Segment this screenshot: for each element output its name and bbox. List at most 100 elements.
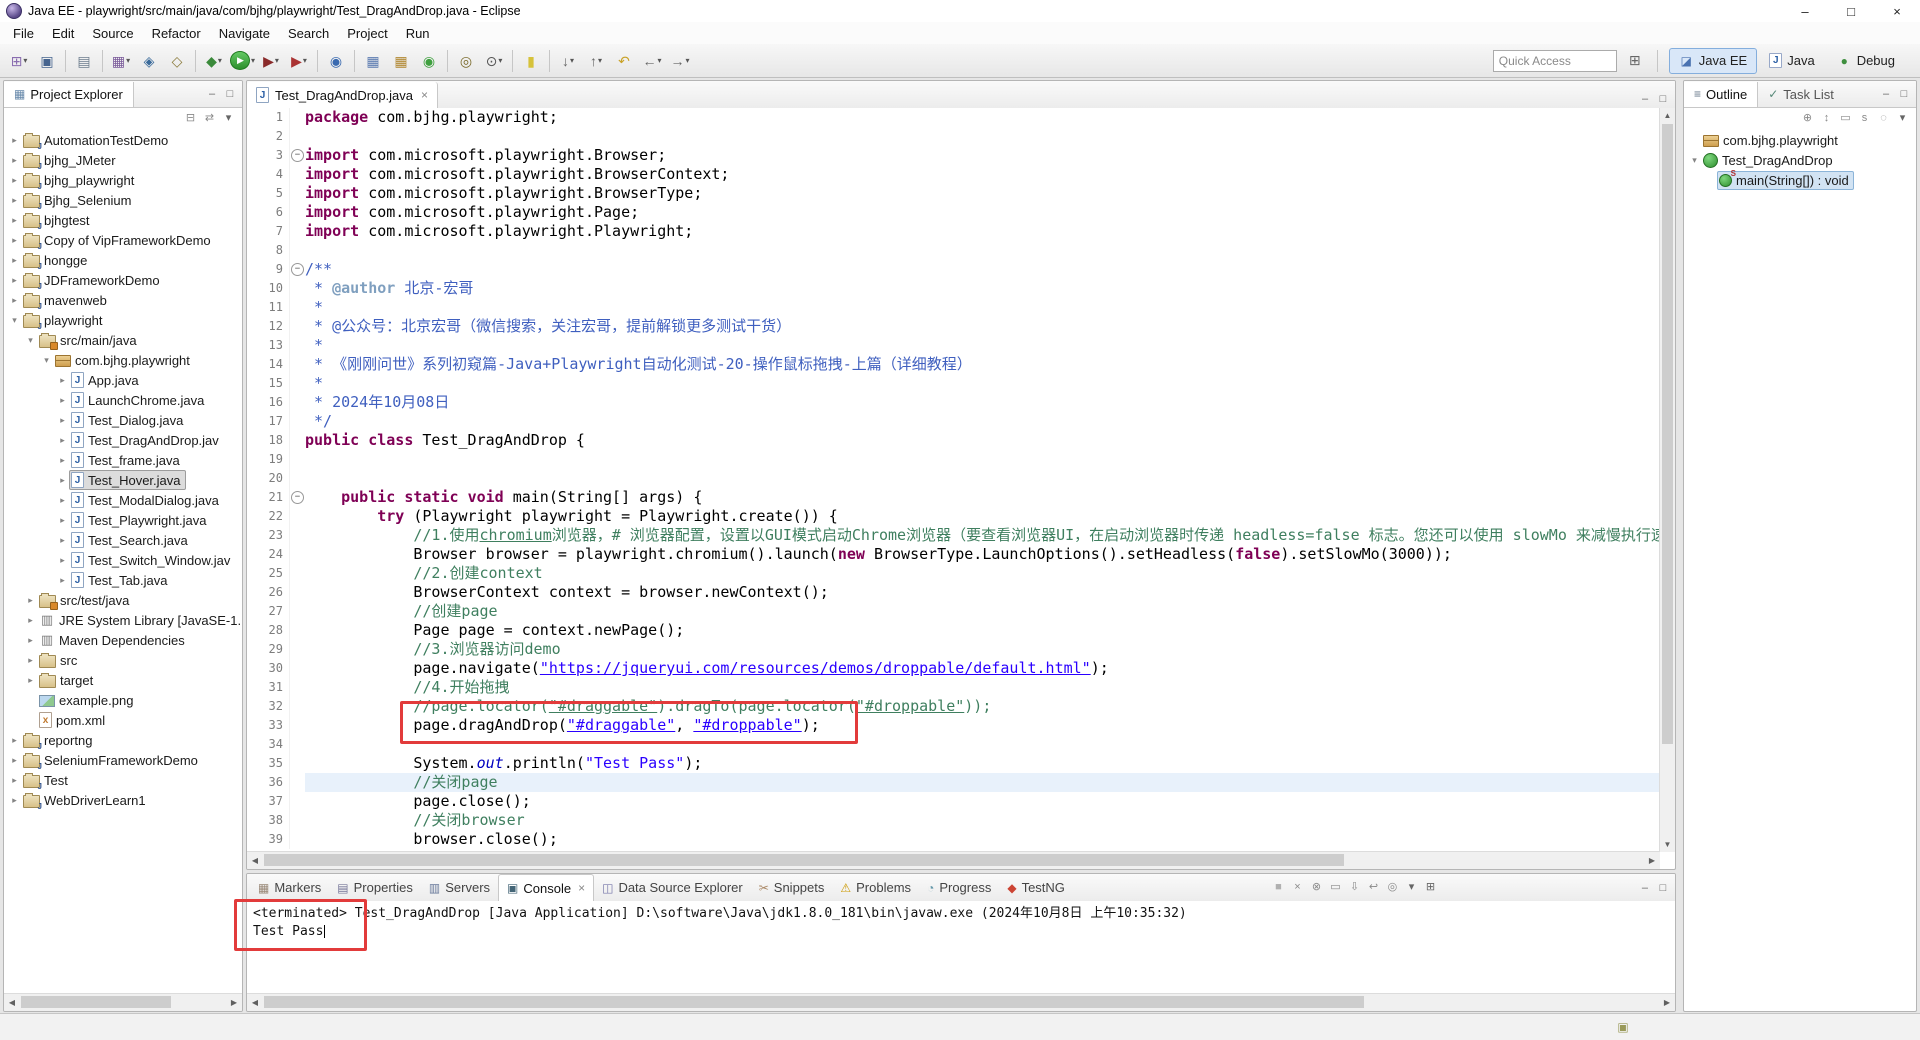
editor-tab-test-draganddrop[interactable]: Test_DragAndDrop.java × bbox=[247, 82, 439, 108]
tab-progress[interactable]: ◔ Progress bbox=[919, 876, 999, 900]
tab-properties[interactable]: ▤ Properties bbox=[329, 876, 421, 900]
maximize-view-icon[interactable]: □ bbox=[221, 85, 239, 103]
expand-expander-icon[interactable]: ▸ bbox=[8, 135, 21, 146]
new-package-button[interactable]: ▦ bbox=[387, 48, 415, 74]
open-perspective-icon[interactable] bbox=[1624, 50, 1646, 72]
word-wrap-button[interactable]: ↩ bbox=[1364, 878, 1383, 897]
editor-vscrollbar[interactable]: ▲ ▼ bbox=[1659, 108, 1675, 852]
code-line-6[interactable]: 6 import com.microsoft.playwright.Page; bbox=[247, 203, 1660, 222]
maximize-view-icon[interactable]: □ bbox=[1654, 879, 1672, 897]
explorer-item-test-dialog-java[interactable]: ▸ Test_Dialog.java bbox=[4, 410, 242, 430]
menu-search[interactable]: Search bbox=[279, 26, 338, 41]
perspective-java-button[interactable]: Java bbox=[1759, 48, 1824, 74]
code-line-27[interactable]: 27 //创建page bbox=[247, 602, 1660, 621]
save-button[interactable]: ▣ bbox=[33, 48, 61, 74]
expand-expander-icon[interactable]: ▸ bbox=[8, 195, 21, 206]
scroll-up-icon[interactable]: ▲ bbox=[1660, 108, 1675, 123]
expand-expander-icon[interactable]: ▸ bbox=[8, 235, 21, 246]
explorer-item-src[interactable]: ▸ src bbox=[4, 650, 242, 670]
explorer-item-jre-system-library-javase-1[interactable]: ▸ JRE System Library [JavaSE-1. bbox=[4, 610, 242, 630]
fold-collapse-icon[interactable]: − bbox=[289, 488, 305, 507]
scroll-down-icon[interactable]: ▼ bbox=[1660, 837, 1675, 852]
fold-collapse-icon[interactable]: − bbox=[289, 146, 305, 165]
code-line-33[interactable]: 33 page.dragAndDrop("#draggable", "#drop… bbox=[247, 716, 1660, 735]
expand-expander-icon[interactable]: ▸ bbox=[24, 635, 37, 646]
tab-problems[interactable]: ⚠ Problems bbox=[832, 876, 919, 900]
remove-all-terminated-button[interactable]: ⊗ bbox=[1307, 878, 1326, 897]
explorer-item-com-bjhg-playwright[interactable]: ▾ com.bjhg.playwright bbox=[4, 350, 242, 370]
code-line-36[interactable]: 36 //关闭page bbox=[247, 773, 1660, 792]
code-line-13[interactable]: 13 * bbox=[247, 336, 1660, 355]
code-line-32[interactable]: 32 //page.locator("#draggable").dragTo(p… bbox=[247, 697, 1660, 716]
toggle-mark-occurrences-button[interactable]: ▮ bbox=[517, 48, 545, 74]
code-line-34[interactable]: 34 bbox=[247, 735, 1660, 754]
expand-expander-icon[interactable]: ▸ bbox=[56, 475, 69, 486]
expand-expander-icon[interactable]: ▸ bbox=[56, 455, 69, 466]
expand-expander-icon[interactable]: ▸ bbox=[8, 215, 21, 226]
expand-expander-icon[interactable]: ▸ bbox=[56, 575, 69, 586]
coverage-button[interactable]: ▶ ▾ bbox=[257, 48, 285, 74]
code-line-25[interactable]: 25 //2.创建context bbox=[247, 564, 1660, 583]
new-class-button[interactable]: ◉ bbox=[415, 48, 443, 74]
expand-all-button[interactable]: ⊕ bbox=[1798, 109, 1817, 128]
code-editor[interactable]: 1 package com.bjhg.playwright; 2 3− import c… bbox=[247, 108, 1660, 852]
scroll-left-icon[interactable]: ◀ bbox=[247, 852, 263, 868]
code-line-38[interactable]: 38 //关闭browser bbox=[247, 811, 1660, 830]
explorer-item-test-tab-java[interactable]: ▸ Test_Tab.java bbox=[4, 570, 242, 590]
code-line-37[interactable]: 37 page.close(); bbox=[247, 792, 1660, 811]
code-line-24[interactable]: 24 Browser browser = playwright.chromium… bbox=[247, 545, 1660, 564]
code-line-31[interactable]: 31 //4.开始拖拽 bbox=[247, 678, 1660, 697]
scroll-right-icon[interactable]: ▶ bbox=[1659, 994, 1675, 1010]
perspective-debug-button[interactable]: Debug bbox=[1827, 48, 1905, 74]
new-dynamic-web-project-button[interactable]: ◇ bbox=[163, 48, 191, 74]
expand-expander-icon[interactable]: ▸ bbox=[8, 255, 21, 266]
view-menu-button[interactable]: ▾ bbox=[1893, 109, 1912, 128]
code-line-29[interactable]: 29 //3.浏览器访问demo bbox=[247, 640, 1660, 659]
code-line-8[interactable]: 8 bbox=[247, 241, 1660, 260]
tab-testng[interactable]: ◆ TestNG bbox=[999, 876, 1073, 900]
next-annotation-button[interactable]: ↓ ▾ bbox=[554, 48, 582, 74]
editor-hscrollbar[interactable]: ◀ ▶ bbox=[247, 851, 1660, 869]
code-line-19[interactable]: 19 bbox=[247, 450, 1660, 469]
expand-expander-icon[interactable]: ▸ bbox=[8, 795, 21, 806]
tab-snippets[interactable]: ✂ Snippets bbox=[751, 876, 833, 900]
code-line-11[interactable]: 11 * bbox=[247, 298, 1660, 317]
sort-button[interactable]: ↕ bbox=[1817, 109, 1836, 128]
expand-expander-icon[interactable]: ▸ bbox=[56, 415, 69, 426]
scroll-left-icon[interactable]: ◀ bbox=[247, 994, 263, 1010]
expand-expander-icon[interactable]: ▸ bbox=[56, 395, 69, 406]
expand-expander-icon[interactable]: ▸ bbox=[24, 655, 37, 666]
code-line-22[interactable]: 22 try (Playwright playwright = Playwrig… bbox=[247, 507, 1660, 526]
expand-expander-icon[interactable]: ▸ bbox=[8, 735, 21, 746]
project-explorer-hscrollbar[interactable]: ◀ ▶ bbox=[4, 993, 242, 1011]
expand-expander-icon[interactable]: ▸ bbox=[8, 775, 21, 786]
code-line-4[interactable]: 4 import com.microsoft.playwright.Browser… bbox=[247, 165, 1660, 184]
code-line-7[interactable]: 7 import com.microsoft.playwright.Playwri… bbox=[247, 222, 1660, 241]
collapse-expander-icon[interactable]: ▾ bbox=[1688, 155, 1701, 166]
outline-item-test-draganddrop[interactable]: ▾ Test_DragAndDrop bbox=[1684, 150, 1916, 170]
outline-item-com-bjhg-playwright[interactable]: com.bjhg.playwright bbox=[1684, 130, 1916, 150]
remove-launch-button[interactable]: × bbox=[1288, 878, 1307, 897]
menu-navigate[interactable]: Navigate bbox=[210, 26, 279, 41]
minimize-view-icon[interactable]: – bbox=[1877, 85, 1895, 103]
scroll-left-icon[interactable]: ◀ bbox=[4, 994, 20, 1010]
maximize-button[interactable]: □ bbox=[1828, 0, 1874, 22]
external-tools-button[interactable]: ▶ ▾ bbox=[285, 48, 313, 74]
scroll-lock-button[interactable]: ⇩ bbox=[1345, 878, 1364, 897]
code-line-30[interactable]: 30 page.navigate("https://jqueryui.com/r… bbox=[247, 659, 1660, 678]
minimize-button[interactable]: – bbox=[1782, 0, 1828, 22]
expand-expander-icon[interactable]: ▸ bbox=[24, 675, 37, 686]
code-line-2[interactable]: 2 bbox=[247, 127, 1660, 146]
menu-edit[interactable]: Edit bbox=[43, 26, 83, 41]
explorer-item-app-java[interactable]: ▸ App.java bbox=[4, 370, 242, 390]
code-line-23[interactable]: 23 //1.使用chromium浏览器，# 浏览器配置，设置以GUI模式启动C… bbox=[247, 526, 1660, 545]
explorer-item-test-modaldialog-java[interactable]: ▸ Test_ModalDialog.java bbox=[4, 490, 242, 510]
minimize-view-icon[interactable]: – bbox=[1636, 879, 1654, 897]
explorer-item-bjhgtest[interactable]: ▸ bjhgtest bbox=[4, 210, 242, 231]
explorer-item-webdriverlearn1[interactable]: ▸ WebDriverLearn1 bbox=[4, 790, 242, 811]
hide-static-button[interactable]: s bbox=[1855, 109, 1874, 128]
display-selected-console-button[interactable]: ▾ bbox=[1402, 878, 1421, 897]
console-content[interactable]: <terminated> Test_DragAndDrop [Java Appl… bbox=[247, 901, 1675, 994]
code-line-21[interactable]: 21− public static void main(String[] arg… bbox=[247, 488, 1660, 507]
notification-icon[interactable] bbox=[1614, 1018, 1632, 1036]
